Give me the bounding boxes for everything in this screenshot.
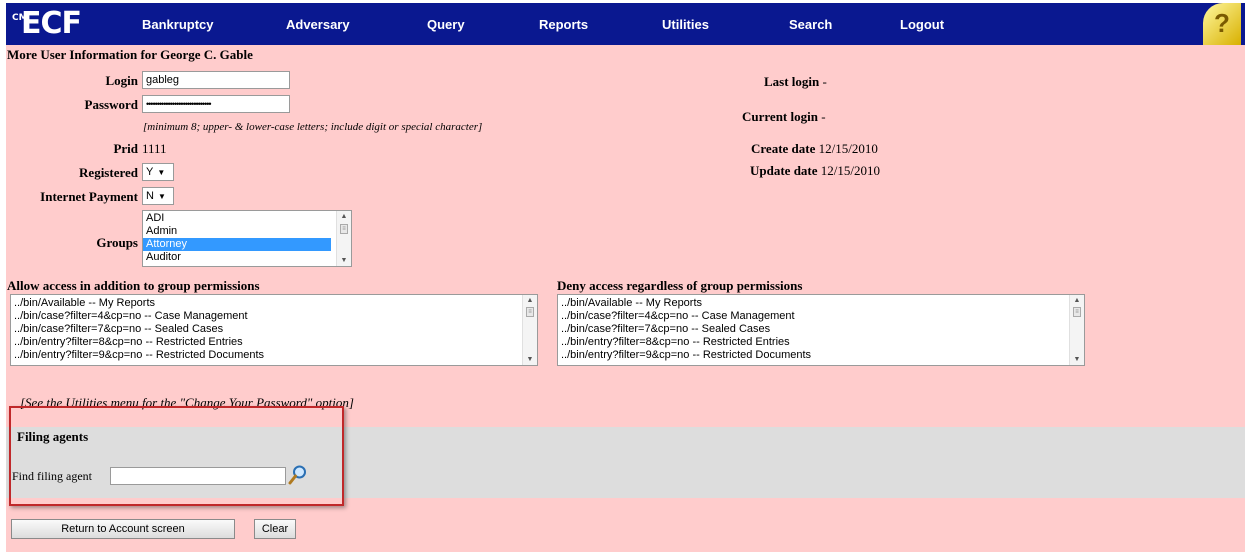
current-login-label: Current login [742, 109, 818, 124]
list-item[interactable]: ../bin/case?filter=4&cp=no -- Case Manag… [558, 310, 1084, 323]
return-to-account-button[interactable]: Return to Account screen [11, 519, 235, 539]
scroll-up-icon[interactable]: ▲ [337, 213, 351, 220]
nav-search[interactable]: Search [789, 17, 832, 32]
password-hint: [minimum 8; upper- & lower-case letters;… [143, 121, 483, 133]
list-item[interactable]: ../bin/entry?filter=8&cp=no -- Restricte… [11, 336, 537, 349]
groups-option-admin[interactable]: Admin [143, 225, 351, 238]
create-date-label: Create date [751, 141, 816, 156]
page-title: More User Information for George C. Gabl… [7, 47, 253, 62]
highlight-box [9, 406, 344, 506]
update-date-label: Update date [750, 163, 818, 178]
deny-access-scrollbar[interactable]: ▲ ≡ ▼ [1069, 295, 1084, 365]
create-date-value: 12/15/2010 [818, 141, 878, 156]
last-login-value: - [822, 74, 827, 89]
prid-label: Prid [113, 141, 138, 156]
scroll-thumb[interactable]: ≡ [340, 224, 348, 234]
list-item[interactable]: ../bin/entry?filter=9&cp=no -- Restricte… [558, 349, 1084, 362]
current-login-value: - [821, 109, 826, 124]
nav-bankruptcy[interactable]: Bankruptcy [142, 17, 214, 32]
groups-listbox[interactable]: ADI Admin Attorney Auditor ▲ ≡ ▼ [142, 210, 352, 267]
scroll-thumb[interactable]: ≡ [526, 307, 534, 317]
deny-access-listbox[interactable]: ../bin/Available -- My Reports ../bin/ca… [557, 294, 1085, 366]
list-item[interactable]: ../bin/Available -- My Reports [11, 297, 537, 310]
nav-utilities[interactable]: Utilities [662, 17, 709, 32]
prid-value: 1111 [142, 141, 167, 156]
clear-button[interactable]: Clear [254, 519, 296, 539]
internet-payment-label: Internet Payment [40, 189, 138, 204]
nav-adversary[interactable]: Adversary [286, 17, 350, 32]
allow-access-scrollbar[interactable]: ▲ ≡ ▼ [522, 295, 537, 365]
nav-reports[interactable]: Reports [539, 17, 588, 32]
list-item[interactable]: ../bin/case?filter=7&cp=no -- Sealed Cas… [558, 323, 1084, 336]
list-item[interactable]: ../bin/case?filter=7&cp=no -- Sealed Cas… [11, 323, 537, 336]
logo-cm: CM [12, 13, 28, 23]
ecf-logo: CMECF [12, 6, 82, 41]
chevron-down-icon: ▼ [157, 192, 166, 201]
update-date-row: Update date 12/15/2010 [750, 163, 880, 179]
scroll-down-icon[interactable]: ▼ [523, 356, 537, 363]
internet-payment-select[interactable]: N ▼ [142, 187, 174, 205]
password-input[interactable]: •••••••••••••••••••••••••••••• [142, 95, 290, 113]
main-content: More User Information for George C. Gabl… [6, 45, 1245, 552]
deny-access-title: Deny access regardless of group permissi… [557, 278, 803, 293]
list-item[interactable]: ../bin/case?filter=4&cp=no -- Case Manag… [11, 310, 537, 323]
scroll-up-icon[interactable]: ▲ [1070, 297, 1084, 304]
create-date-row: Create date 12/15/2010 [751, 141, 878, 157]
groups-option-adi[interactable]: ADI [143, 212, 351, 225]
registered-value: Y [146, 166, 154, 178]
scroll-up-icon[interactable]: ▲ [523, 297, 537, 304]
password-label: Password [84, 97, 138, 112]
groups-label: Groups [96, 235, 138, 250]
chevron-down-icon: ▼ [157, 168, 166, 177]
top-nav-bar: CMECF Bankruptcy Adversary Query Reports… [6, 3, 1245, 45]
current-login-row: Current login - [742, 109, 826, 125]
registered-label: Registered [79, 165, 138, 180]
internet-payment-value: N [146, 190, 154, 202]
help-icon[interactable]: ? [1203, 3, 1241, 45]
registered-select[interactable]: Y ▼ [142, 163, 174, 181]
nav-logout[interactable]: Logout [900, 17, 944, 32]
list-item[interactable]: ../bin/Available -- My Reports [558, 297, 1084, 310]
logo-text: ECF [21, 6, 82, 41]
groups-option-auditor[interactable]: Auditor [143, 251, 351, 264]
update-date-value: 12/15/2010 [820, 163, 881, 178]
list-item[interactable]: ../bin/entry?filter=9&cp=no -- Restricte… [11, 349, 537, 362]
scroll-down-icon[interactable]: ▼ [1070, 356, 1084, 363]
login-input[interactable]: gableg [142, 71, 290, 89]
allow-access-title: Allow access in addition to group permis… [7, 278, 260, 293]
allow-access-listbox[interactable]: ../bin/Available -- My Reports ../bin/ca… [10, 294, 538, 366]
list-item[interactable]: ../bin/entry?filter=8&cp=no -- Restricte… [558, 336, 1084, 349]
scroll-down-icon[interactable]: ▼ [337, 257, 351, 264]
scroll-thumb[interactable]: ≡ [1073, 307, 1081, 317]
login-label: Login [105, 73, 138, 88]
groups-option-attorney[interactable]: Attorney [143, 238, 331, 251]
last-login-label: Last login [764, 74, 820, 89]
groups-scrollbar[interactable]: ▲ ≡ ▼ [336, 211, 351, 266]
last-login-row: Last login - [764, 74, 827, 90]
nav-query[interactable]: Query [427, 17, 465, 32]
